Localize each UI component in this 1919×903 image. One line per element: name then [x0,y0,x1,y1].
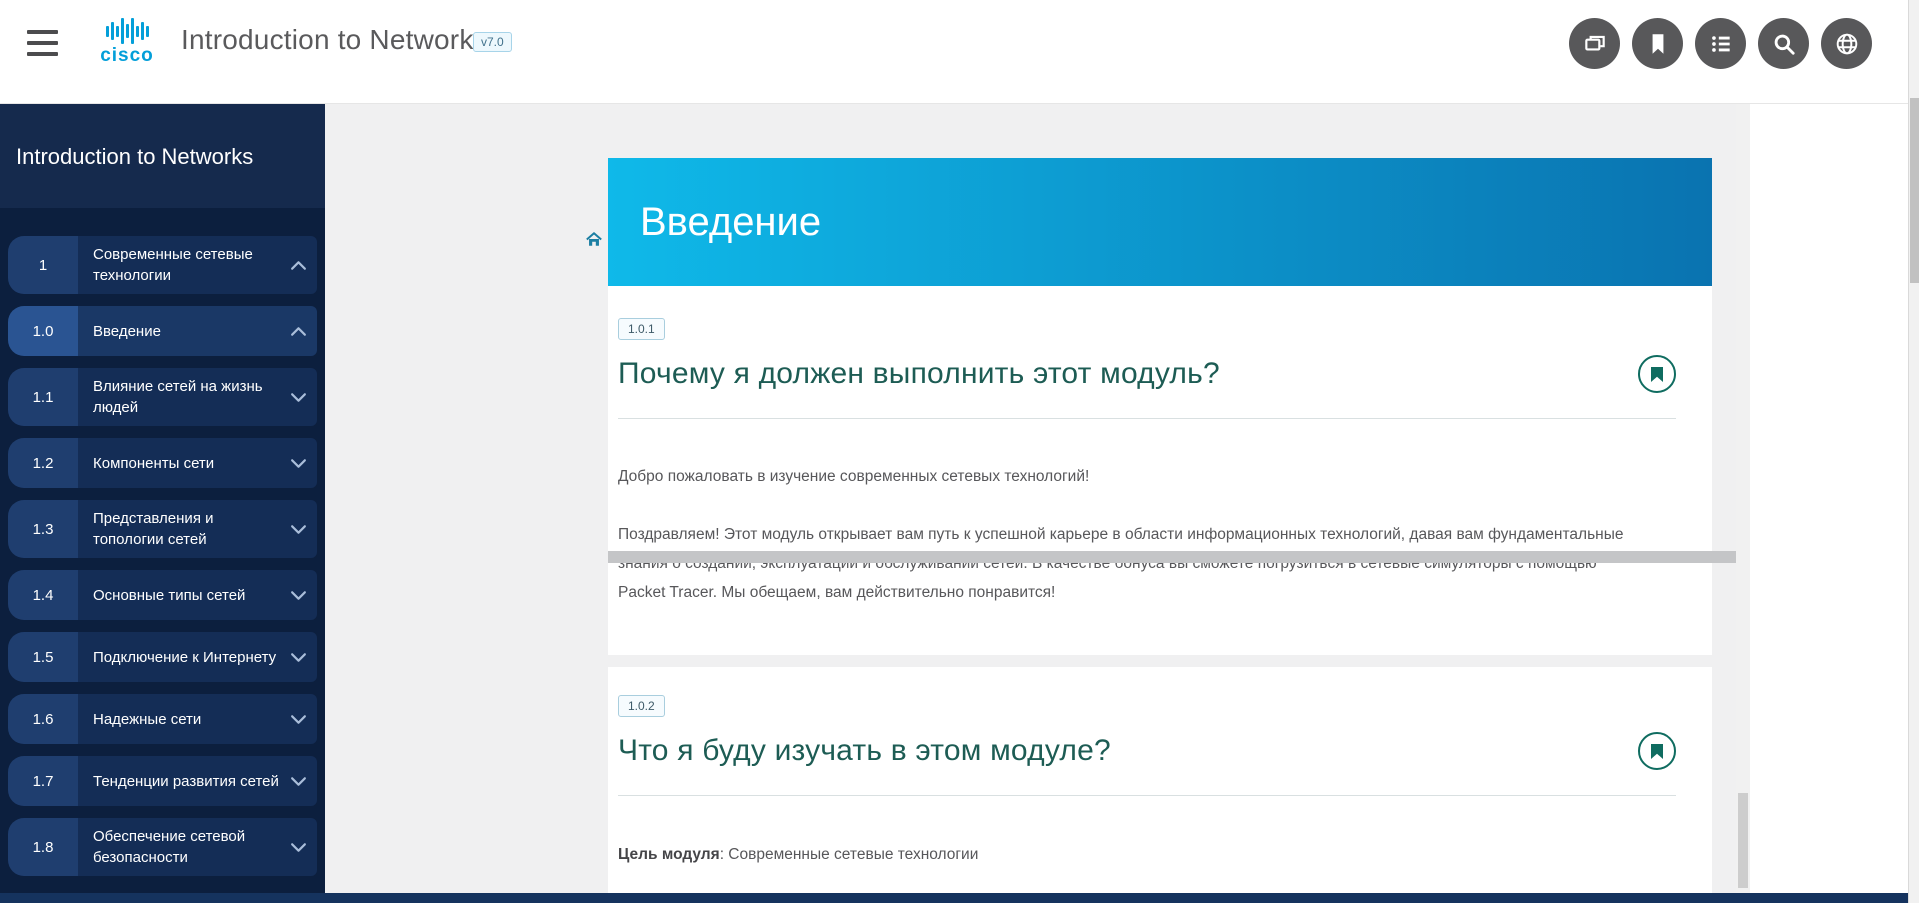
module-label: Влияние сетей на жизнь людей [93,376,283,418]
module-label: Основные типы сетей [93,585,245,606]
contents-button[interactable] [1695,18,1746,69]
bookmark-icon [1650,743,1664,760]
sidebar-item-1-8[interactable]: 1.8 Обеспечение сетевой безопасности [8,818,317,876]
module-label: Обеспечение сетевой безопасности [93,826,283,868]
sidebar-course-title: Introduction to Networks [16,144,309,170]
slides-button[interactable] [1569,18,1620,69]
window-scrollbar-thumb[interactable] [1910,98,1919,283]
module-number: 1 [8,236,78,294]
module-label: Представления и топологии сетей [93,508,283,550]
module-label: Современные сетевые технологии [93,244,283,286]
list-icon [1708,31,1734,57]
sidebar-item-1-5[interactable]: 1.5 Подключение к Интернету [8,632,317,682]
module-goal: Цель модуля: Современные сетевые техноло… [618,846,1676,864]
globe-icon [1834,31,1860,57]
chevron-down-icon [290,652,307,663]
footer-bar [0,893,1908,903]
bookmark-section-button[interactable] [1638,732,1676,770]
module-label: Подключение к Интернету [93,647,276,668]
module-number: 1.6 [8,694,78,744]
content-scrollbar-thumb[interactable] [1738,793,1748,888]
header-toolbar [1569,18,1872,69]
hamburger-menu-button[interactable] [27,30,61,57]
module-number: 1.1 [8,368,78,426]
module-number: 1.8 [8,818,78,876]
section-card-1-0-2: 1.0.2 Что я буду изучать в этом модуле? … [608,667,1712,893]
course-sidebar: Introduction to Networks 1 Современные с… [0,104,325,903]
module-label: Тенденции развития сетей [93,771,279,792]
section-divider [618,795,1676,796]
chevron-down-icon [290,842,307,853]
sidebar-item-1-7[interactable]: 1.7 Тенденции развития сетей [8,756,317,806]
section-title: Что я буду изучать в этом модуле? [618,734,1111,768]
section-card-1-0-1: 1.0.1 Почему я должен выполнить этот мод… [608,286,1712,655]
app-header: cisco Introduction to Networks v7.0 [0,0,1919,104]
section-divider [618,418,1676,419]
cisco-logo-icon [95,16,159,46]
chevron-up-icon [290,260,307,271]
module-number: 1.2 [8,438,78,488]
version-badge: v7.0 [473,32,512,52]
content-pane: / Современные сетевые технологии / ... В… [325,104,1736,903]
window-scrollbar [1908,0,1919,903]
module-number: 1.4 [8,570,78,620]
section-separator-bar [608,551,1736,563]
section-title: Почему я должен выполнить этот модуль? [618,357,1220,391]
module-number: 1.5 [8,632,78,682]
section-badge: 1.0.2 [618,695,665,717]
bookmark-icon [1650,366,1664,383]
search-icon [1771,31,1797,57]
module-nav-list: 1 Современные сетевые технологии 1.0 Вве… [0,208,325,876]
content-scrollbar [1736,104,1750,903]
banner-title: Введение [608,200,821,245]
module-goal-text: : Современные сетевые технологии [720,846,979,863]
language-button[interactable] [1821,18,1872,69]
sidebar-item-1-0[interactable]: 1.0 Введение [8,306,317,356]
chevron-down-icon [290,458,307,469]
module-label: Надежные сети [93,709,201,730]
cisco-wordmark: cisco [95,46,159,66]
chevron-down-icon [290,714,307,725]
module-number: 1.3 [8,500,78,558]
module-goal-label: Цель модуля [618,846,720,863]
module-label: Компоненты сети [93,453,214,474]
home-icon [585,231,603,248]
sidebar-item-1-4[interactable]: 1.4 Основные типы сетей [8,570,317,620]
sidebar-header: Introduction to Networks [0,104,325,208]
sidebar-item-1-1[interactable]: 1.1 Влияние сетей на жизнь людей [8,368,317,426]
bookmark-icon [1645,31,1671,57]
window-stack-icon [1582,31,1608,57]
cisco-logo: cisco [95,16,159,76]
section-badge: 1.0.1 [618,318,665,340]
search-button[interactable] [1758,18,1809,69]
breadcrumb-home-link[interactable] [585,231,603,248]
sidebar-item-1[interactable]: 1 Современные сетевые технологии [8,236,317,294]
bookmark-section-button[interactable] [1638,355,1676,393]
module-number: 1.7 [8,756,78,806]
bookmarks-button[interactable] [1632,18,1683,69]
chevron-down-icon [290,590,307,601]
course-title-header: Introduction to Networks [181,24,488,56]
sidebar-item-1-3[interactable]: 1.3 Представления и топологии сетей [8,500,317,558]
chevron-up-icon [290,326,307,337]
sidebar-item-1-2[interactable]: 1.2 Компоненты сети [8,438,317,488]
section-paragraph: Поздравляем! Этот модуль открывает вам п… [618,520,1630,607]
hamburger-icon [27,30,58,34]
section-paragraph: Добро пожаловать в изучение современных … [618,462,1676,491]
chevron-down-icon [290,392,307,403]
module-banner: Введение [608,158,1712,286]
chevron-down-icon [290,524,307,535]
module-number: 1.0 [8,306,78,356]
sidebar-item-1-6[interactable]: 1.6 Надежные сети [8,694,317,744]
chevron-down-icon [290,776,307,787]
module-label: Введение [93,321,161,342]
